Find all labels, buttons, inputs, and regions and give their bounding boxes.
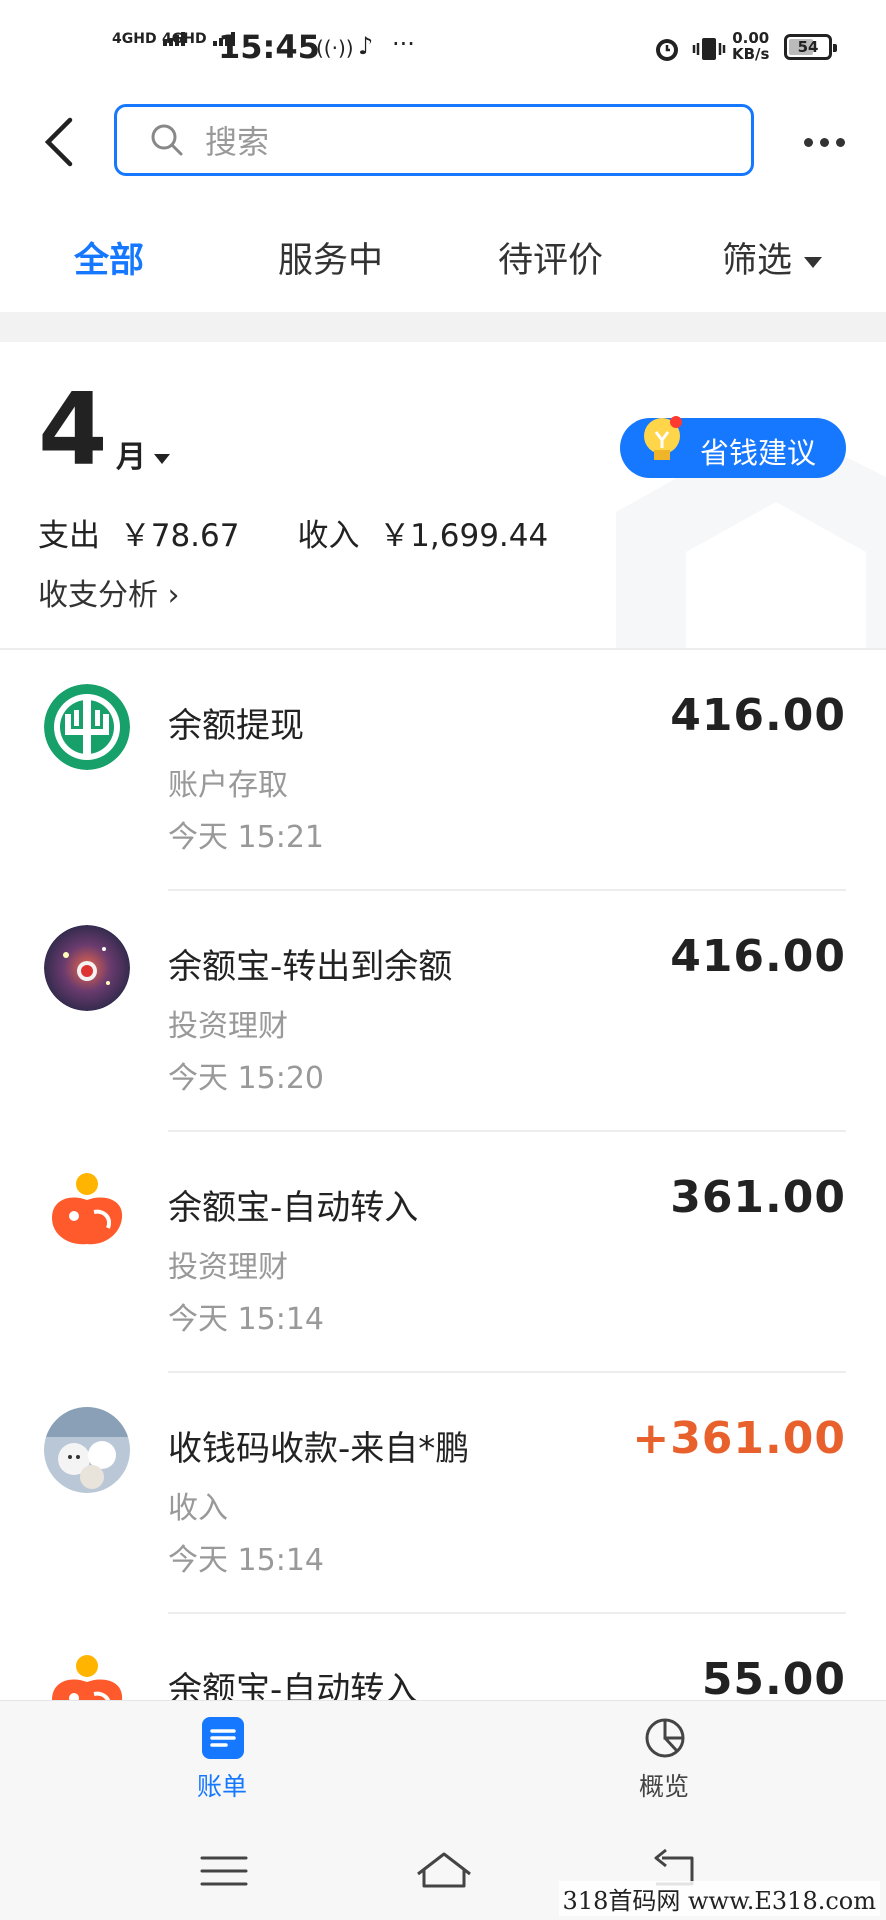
transaction-title: 余额提现 xyxy=(168,706,304,746)
network-type-label: 4GHD xyxy=(162,31,207,47)
vibrate-icon xyxy=(692,38,726,60)
transaction-time: 今天 15:14 xyxy=(168,1543,324,1578)
bank-logo-icon xyxy=(44,684,130,770)
transaction-amount: +361.00 xyxy=(632,1413,846,1464)
speed-value: 0.00 xyxy=(732,29,770,47)
chevron-left-icon xyxy=(44,117,73,167)
bill-icon xyxy=(202,1717,244,1759)
transaction-category: 投资理财 xyxy=(168,1009,288,1044)
watermark: 318首码网 www.E318.com xyxy=(558,1881,880,1916)
caret-down-icon xyxy=(804,256,823,268)
transaction-time: 今天 15:14 xyxy=(168,1302,324,1337)
more-options-button[interactable] xyxy=(800,122,850,162)
home-icon xyxy=(417,1852,471,1888)
transaction-row[interactable]: 收钱码收款-来自*鹏 收入 今天 15:14 +361.00 xyxy=(0,1373,886,1614)
alarm-icon xyxy=(656,39,678,61)
income-value: ￥1,699.44 xyxy=(379,518,549,554)
nav-overview[interactable]: 概览 xyxy=(604,1717,724,1807)
transaction-category: 收入 xyxy=(168,1491,228,1526)
expense-value: ￥78.67 xyxy=(119,518,240,554)
tab-all[interactable]: 全部 xyxy=(74,232,144,283)
save-money-tips-button[interactable]: 省钱建议 xyxy=(620,416,846,478)
month-number: 4 xyxy=(38,371,108,488)
network-speed: 0.00 KB/s xyxy=(732,30,769,62)
expense-label: 支出 xyxy=(38,518,100,554)
income-label: 收入 xyxy=(297,518,360,554)
hotspot-icon: ((·)) xyxy=(316,36,354,60)
transaction-amount: 416.00 xyxy=(670,690,846,741)
menu-icon xyxy=(200,1856,248,1886)
income-expense-analysis-link[interactable]: 收支分析 › xyxy=(38,570,180,614)
user-avatar-photo xyxy=(44,925,130,1011)
search-input[interactable] xyxy=(203,117,707,167)
home-button[interactable] xyxy=(414,1846,474,1896)
user-avatar-photo xyxy=(44,1407,130,1493)
tab-to-review[interactable]: 待评价 xyxy=(498,232,603,283)
save-money-tips-label: 省钱建议 xyxy=(700,436,817,470)
section-gap xyxy=(0,312,886,342)
nav-overview-label: 概览 xyxy=(638,1772,689,1801)
battery-value: 54 xyxy=(797,38,819,56)
transaction-time: 今天 15:21 xyxy=(168,820,324,855)
search-bar[interactable] xyxy=(114,104,754,176)
filter-tabs: 全部 服务中 待评价 筛选 xyxy=(0,222,886,302)
yuebao-logo-icon xyxy=(52,1655,123,1700)
transaction-title: 收钱码收款-来自*鹏 xyxy=(168,1429,470,1469)
month-picker[interactable]: 月 xyxy=(116,432,170,476)
speed-unit: KB/s xyxy=(732,45,770,63)
back-button[interactable] xyxy=(38,112,88,172)
transaction-title: 余额宝-转出到余额 xyxy=(168,947,453,987)
notification-dot xyxy=(670,416,682,428)
transaction-amount: 361.00 xyxy=(670,1172,846,1223)
transaction-time: 今天 15:20 xyxy=(168,1061,324,1096)
tab-filter-label: 筛选 xyxy=(722,241,793,281)
yuebao-logo-icon xyxy=(52,1173,123,1245)
transaction-row[interactable]: 余额宝-自动转入 投资理财 今天 15:14 361.00 xyxy=(0,1132,886,1373)
transaction-category: 账户存取 xyxy=(168,768,288,803)
caret-down-icon xyxy=(154,453,170,464)
return-icon xyxy=(654,1848,694,1886)
transaction-amount: 416.00 xyxy=(670,931,846,982)
nav-bill[interactable]: 账单 xyxy=(162,1717,282,1807)
transaction-row[interactable]: 余额宝-转出到余额 投资理财 今天 15:20 416.00 xyxy=(0,891,886,1132)
pie-chart-icon xyxy=(645,1718,685,1758)
network-type-label: 4GHD xyxy=(112,31,157,47)
transaction-category: 投资理财 xyxy=(168,1250,288,1285)
tab-in-service[interactable]: 服务中 xyxy=(278,232,383,283)
nav-bill-label: 账单 xyxy=(196,1772,247,1801)
transaction-title: 余额宝-自动转入 xyxy=(168,1670,419,1700)
search-icon xyxy=(151,124,183,156)
expense-income-row: 支出 ￥78.67 收入 ￥1,699.44 xyxy=(38,510,548,555)
month-unit: 月 xyxy=(116,440,146,475)
status-bar: 4GHD 4GHD 15:45 ((·)) ♪ ··· 0.00 KB/s 54 xyxy=(0,0,886,96)
transaction-row[interactable]: 余额宝-自动转入 55.00 xyxy=(0,1614,886,1700)
transaction-amount: 55.00 xyxy=(701,1654,846,1700)
transaction-row[interactable]: 余额提现 账户存取 今天 15:21 416.00 xyxy=(0,650,886,891)
tab-filter[interactable]: 筛选 xyxy=(722,232,823,283)
status-time: 15:45 xyxy=(218,28,320,66)
battery-icon: 54 xyxy=(784,34,837,60)
transaction-title: 余额宝-自动转入 xyxy=(168,1188,419,1228)
month-summary: 4 月 省钱建议 支出 ￥78.67 收入 ￥1,699.44 收支分析 › xyxy=(0,342,886,648)
more-notifications-icon: ··· xyxy=(392,30,415,58)
menu-button[interactable] xyxy=(194,1846,254,1896)
tiktok-icon: ♪ xyxy=(358,32,374,60)
bottom-navigation: 账单 概览 xyxy=(0,1700,886,1821)
